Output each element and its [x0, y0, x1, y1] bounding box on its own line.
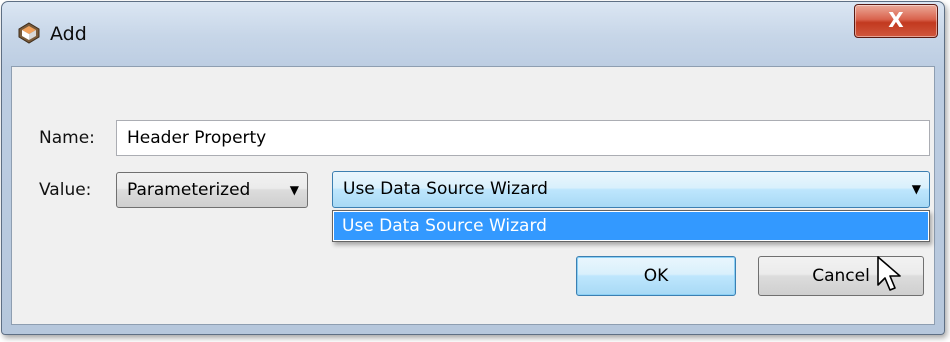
chevron-down-icon: ▼ [289, 183, 299, 197]
close-icon: X [888, 8, 904, 32]
app-logo-icon [18, 22, 40, 44]
mouse-pointer-icon [877, 256, 901, 291]
value-type-select[interactable]: Parameterized ▼ [116, 172, 308, 208]
value-type-selected: Parameterized [127, 180, 251, 200]
add-dialog-window: Add X Name: Header Property Value: Param… [1, 1, 945, 335]
name-label: Name: [39, 128, 95, 148]
chevron-down-icon: ▼ [911, 182, 921, 196]
close-button[interactable]: X [854, 4, 938, 38]
name-input[interactable]: Header Property [116, 120, 930, 156]
ok-button[interactable]: OK [576, 256, 736, 296]
data-source-selected: Use Data Source Wizard [343, 179, 548, 199]
title-bar[interactable]: Add X [2, 2, 944, 66]
window-title: Add [50, 23, 87, 45]
dropdown-option-use-data-source-wizard[interactable]: Use Data Source Wizard [334, 212, 928, 240]
data-source-select[interactable]: Use Data Source Wizard ▼ [332, 171, 930, 208]
dialog-content: Name: Header Property Value: Parameteriz… [11, 66, 935, 325]
value-label: Value: [39, 180, 92, 200]
data-source-dropdown-list: Use Data Source Wizard [332, 210, 930, 242]
